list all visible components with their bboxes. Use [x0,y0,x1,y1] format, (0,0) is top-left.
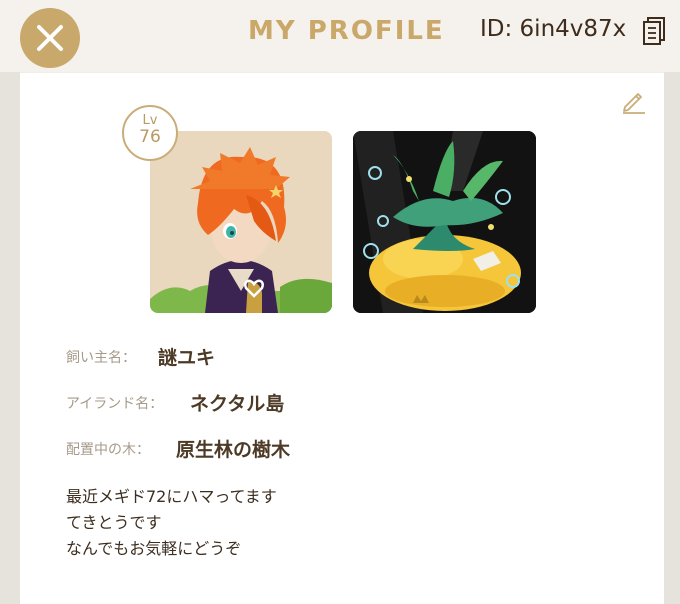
tree-image[interactable] [353,131,536,313]
tree-name-label: 配置中の木： [66,442,150,458]
header-bar: MY PROFILE ID: 6in4v87x [0,0,680,72]
island-name-label: アイランド名： [66,396,164,412]
character-avatar-image[interactable] [150,131,332,313]
close-button[interactable] [20,8,80,68]
close-icon [37,25,63,51]
user-id-text: ID: 6in4v87x [480,16,627,42]
level-prefix: Lv [142,113,158,128]
left-margin [0,72,20,604]
right-scroll-area [664,72,680,604]
page-title: MY PROFILE [248,16,445,46]
pencil-icon [623,93,645,114]
level-badge: Lv 76 [122,105,178,161]
bio-line: 最近メギド72にハマってます [66,487,277,506]
edit-profile-button[interactable] [620,86,648,114]
tree-name-value: 原生林の樹木 [176,439,291,461]
level-number: 76 [139,127,161,147]
owner-name-label: 飼い主名： [66,350,136,366]
island-name-value: ネクタル島 [190,393,285,415]
bio-line: なんでもお気軽にどうぞ [66,539,242,558]
owner-name-value: 謎ユキ [158,347,216,369]
copy-icon [643,17,665,45]
copy-id-button[interactable] [642,16,666,46]
bio-line: てきとうです [66,513,162,532]
profile-bio: 最近メギド72にハマってます てきとうです なんでもお気軽にどうぞ [66,484,626,562]
